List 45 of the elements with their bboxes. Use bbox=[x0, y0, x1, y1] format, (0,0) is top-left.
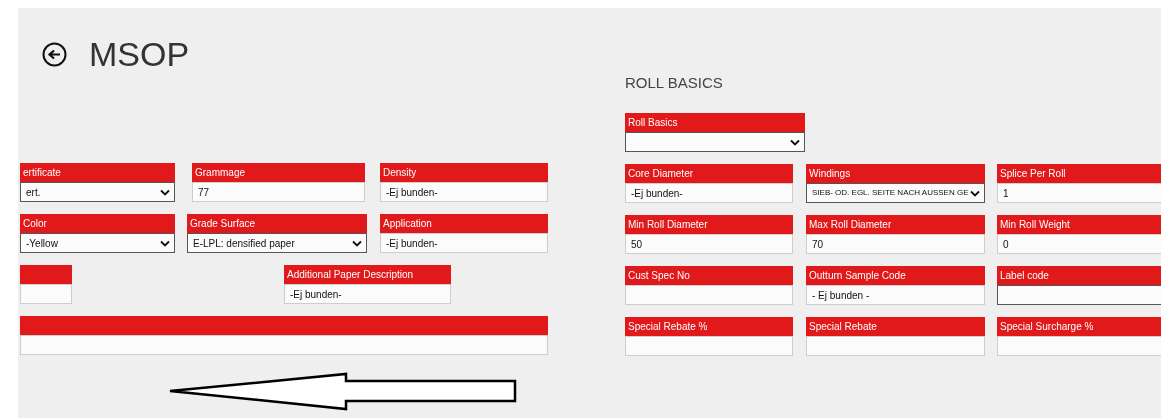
field-label-bar: Core Diameter bbox=[625, 164, 793, 183]
dropdown-field[interactable]: E-LPL: densified paper bbox=[187, 233, 367, 253]
field-label-bar: Density bbox=[380, 163, 548, 182]
input-field[interactable]: -Ej bunden- bbox=[380, 233, 548, 253]
field-label-bar: Grade Surface bbox=[187, 214, 367, 233]
section-heading: ROLL BASICS bbox=[625, 74, 724, 92]
field-label-bar: ertificate bbox=[20, 163, 175, 182]
field-label-bar: Outturn Sample Code bbox=[806, 266, 985, 285]
chevron-down-icon bbox=[352, 239, 362, 247]
input-field[interactable]: -Ej bunden- bbox=[380, 182, 548, 202]
input-field[interactable] bbox=[997, 285, 1161, 305]
chevron-down-icon bbox=[790, 138, 800, 146]
field-label-bar: Min Roll Weight bbox=[997, 215, 1161, 234]
input-field[interactable]: 1 bbox=[997, 183, 1161, 203]
field-label-bar: Special Rebate bbox=[806, 317, 985, 336]
field-label-bar: Special Surcharge % bbox=[997, 317, 1161, 336]
dropdown-field[interactable]: -Yellow bbox=[20, 233, 175, 253]
input-field[interactable]: 50 bbox=[625, 234, 793, 254]
input-field[interactable]: 70 bbox=[806, 234, 985, 254]
back-icon[interactable] bbox=[42, 42, 67, 67]
field-label-bar: Application bbox=[380, 214, 548, 233]
field-label-bar: Windings bbox=[806, 164, 985, 183]
input-field[interactable]: 77 bbox=[192, 182, 365, 202]
field-label-bar: Label code bbox=[997, 266, 1161, 285]
field-label-bar: Cust Spec No bbox=[625, 266, 793, 285]
input-field[interactable]: - Ej bunden - bbox=[806, 285, 985, 305]
chevron-down-icon bbox=[160, 188, 170, 196]
input-field[interactable]: -Ej bunden- bbox=[625, 183, 793, 203]
field-label-bar: Max Roll Diameter bbox=[806, 215, 985, 234]
field-label-bar: Grammage bbox=[192, 163, 365, 182]
field-label-bar: Min Roll Diameter bbox=[625, 215, 793, 234]
dropdown-field[interactable]: ert. bbox=[20, 182, 175, 202]
input-field[interactable]: -Ej bunden- bbox=[284, 284, 451, 304]
dropdown-field[interactable] bbox=[625, 132, 805, 152]
chevron-down-icon bbox=[160, 239, 170, 247]
field-label-bar: Color bbox=[20, 214, 175, 233]
field-label-bar: Special Rebate % bbox=[625, 317, 793, 336]
field-label-bar: Splice Per Roll bbox=[997, 164, 1161, 183]
field-label-bar: Additional Paper Description bbox=[284, 265, 451, 284]
input-field[interactable]: 0 bbox=[997, 234, 1161, 254]
field-label-bar bbox=[20, 265, 72, 284]
chevron-down-icon bbox=[970, 189, 980, 197]
field-label-bar: Roll Basics bbox=[625, 113, 805, 132]
dropdown-field[interactable]: SIEB- OD. EGL. SEITE NACH AUSSEN GE bbox=[806, 183, 985, 203]
page-title: MSOP bbox=[89, 37, 190, 71]
